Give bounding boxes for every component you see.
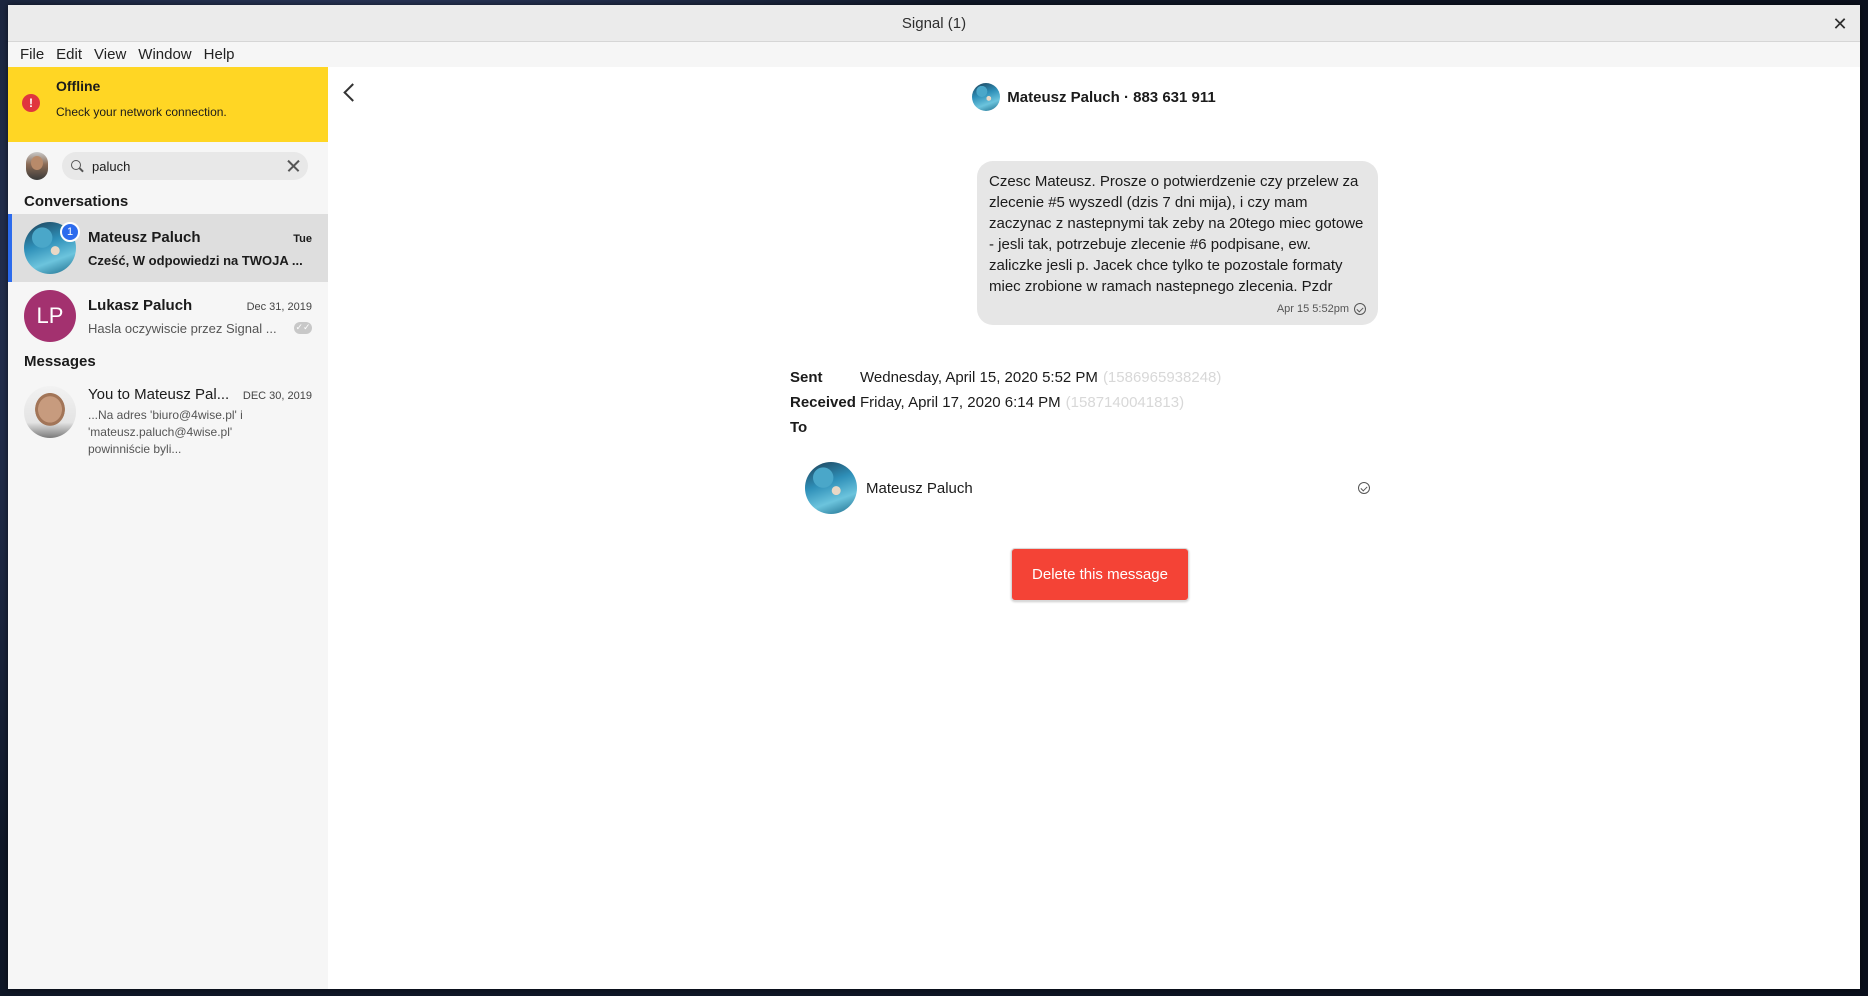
window-title: Signal (1) xyxy=(901,14,967,32)
message-detail-panel: Mateusz Paluch · 883 631 911 Czesc Mateu… xyxy=(328,67,1860,989)
sidebar: ! Offline Check your network connection.… xyxy=(8,67,328,989)
signal-window: Signal (1) ✕ File Edit View Window Help … xyxy=(8,5,1860,989)
conversation-item-lukasz-paluch[interactable]: LP Lukasz Paluch Dec 31, 2019 Hasla oczy… xyxy=(8,282,328,350)
avatar xyxy=(24,386,76,438)
unread-badge: 1 xyxy=(60,222,80,242)
message-details: Sent Wednesday, April 15, 2020 5:52 PM (… xyxy=(790,367,1221,442)
menu-help[interactable]: Help xyxy=(198,46,241,63)
offline-subtitle: Check your network connection. xyxy=(56,105,227,119)
search-row xyxy=(8,142,328,190)
conversation-name: Lukasz Paluch xyxy=(88,296,193,314)
messages-header: Messages xyxy=(24,353,96,370)
recipient-avatar xyxy=(805,462,857,514)
message-time: Apr 15 5:52pm xyxy=(1276,303,1349,315)
menu-file[interactable]: File xyxy=(14,46,50,63)
search-box xyxy=(62,152,308,180)
close-window-icon[interactable]: ✕ xyxy=(1830,14,1850,34)
message-text: Czesc Mateusz. Prosze o potwierdzenie cz… xyxy=(989,173,1364,295)
sent-value: Wednesday, April 15, 2020 5:52 PM xyxy=(860,369,1098,386)
received-timestamp: (1587140041813) xyxy=(1065,394,1185,411)
search-input[interactable] xyxy=(92,158,272,174)
conversation-preview: Cześć, W odpowiedzi na TWOJA ... xyxy=(88,252,303,268)
conversation-header[interactable]: Mateusz Paluch · 883 631 911 xyxy=(328,83,1860,111)
message-result-date: DEC 30, 2019 xyxy=(242,390,312,402)
menu-bar: File Edit View Window Help xyxy=(8,42,1860,67)
to-label: To xyxy=(790,419,808,436)
delete-message-button[interactable]: Delete this message xyxy=(1011,548,1189,601)
delivered-check-icon xyxy=(1358,482,1370,494)
message-search-result[interactable]: You to Mateusz Pal... DEC 30, 2019 ...Na… xyxy=(8,374,328,458)
avatar: LP xyxy=(24,290,76,342)
sent-timestamp: (1586965938248) xyxy=(1102,369,1222,386)
delivered-status-icon: ✓✓ xyxy=(294,321,312,334)
recipient-name: Mateusz Paluch xyxy=(866,479,973,497)
received-label: Received xyxy=(790,394,856,411)
conversation-date: Tue xyxy=(293,232,312,245)
title-bar: Signal (1) ✕ xyxy=(8,5,1860,42)
conversation-name: Mateusz Paluch xyxy=(88,228,201,246)
conversation-item-mateusz-paluch[interactable]: 1 Mateusz Paluch Tue Cześć, W odpowiedzi… xyxy=(8,214,328,282)
menu-window[interactable]: Window xyxy=(132,46,197,63)
conversations-header: Conversations xyxy=(24,193,129,210)
my-avatar[interactable] xyxy=(26,152,48,180)
menu-edit[interactable]: Edit xyxy=(50,46,88,63)
header-avatar xyxy=(972,83,1001,111)
offline-banner: ! Offline Check your network connection. xyxy=(8,67,328,142)
clear-search-icon[interactable] xyxy=(286,159,300,173)
conversation-preview: Hasla oczywiscie przez Signal ... xyxy=(88,320,277,336)
sent-label: Sent xyxy=(790,369,823,386)
warning-icon: ! xyxy=(22,94,40,112)
message-bubble[interactable]: Czesc Mateusz. Prosze o potwierdzenie cz… xyxy=(977,161,1378,325)
message-result-title: You to Mateusz Pal... xyxy=(88,386,230,403)
conversation-title: Mateusz Paluch · 883 631 911 xyxy=(1007,88,1216,106)
sent-check-icon xyxy=(1354,303,1366,315)
recipient-row[interactable]: Mateusz Paluch xyxy=(805,462,1378,514)
conversation-date: Dec 31, 2019 xyxy=(246,300,312,313)
received-value: Friday, April 17, 2020 6:14 PM xyxy=(860,394,1061,411)
search-icon xyxy=(70,159,84,173)
avatar: 1 xyxy=(24,222,80,274)
message-result-snippet: ...Na adres 'biuro@4wise.pl' i 'mateusz.… xyxy=(88,408,243,456)
offline-title: Offline xyxy=(56,78,101,94)
menu-view[interactable]: View xyxy=(88,46,132,63)
